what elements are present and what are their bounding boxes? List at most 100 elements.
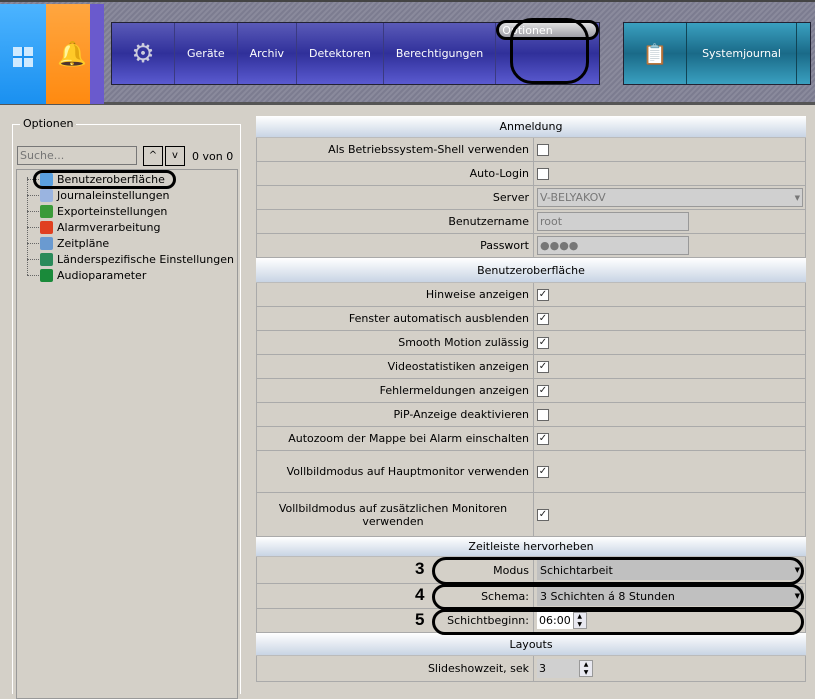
chevron-down-icon: ▼ xyxy=(794,592,800,600)
tree-item-label: Zeitpläne xyxy=(57,236,110,250)
setting-label: Smooth Motion zulässig xyxy=(257,331,534,354)
alarm-tile[interactable]: 🔔 xyxy=(46,4,90,104)
setting-label: Fehlermeldungen anzeigen xyxy=(257,379,534,402)
slideshow-label: Slideshowzeit, sek xyxy=(257,656,534,681)
search-prev-button[interactable]: ^ xyxy=(143,146,163,166)
setting-checkbox[interactable]: ✓ xyxy=(537,312,549,325)
ui-setting-row: PiP-Anzeige deaktivieren xyxy=(256,403,806,427)
tree-item-icon xyxy=(40,172,53,186)
tree-item-icon xyxy=(40,188,53,202)
windows-icon xyxy=(13,47,33,67)
ui-setting-row: Vollbildmodus auf Hauptmonitor verwenden… xyxy=(256,451,806,493)
server-label: Server xyxy=(257,186,534,209)
ui-setting-row: Smooth Motion zulässig ✓ xyxy=(256,331,806,355)
tree-item-label: Exporteinstellungen xyxy=(57,204,168,218)
options-panel-title: Optionen xyxy=(20,117,77,130)
tree-item-label: Benutzeroberfläche xyxy=(57,172,165,186)
search-input[interactable] xyxy=(17,146,137,165)
autologin-label: Auto-Login xyxy=(257,162,534,185)
tree-item-label: Alarmverarbeitung xyxy=(57,220,161,234)
server-select[interactable]: V-BELYAKOV ▼ xyxy=(537,188,803,207)
checklist-icon: 📋 xyxy=(624,23,687,84)
schema-select[interactable]: 3 Schichten á 8 Stunden ▼ xyxy=(537,586,803,606)
tree-item-icon xyxy=(40,268,53,282)
annotation-5: 5 xyxy=(415,610,425,629)
setting-label: Fenster automatisch ausblenden xyxy=(257,307,534,330)
section-anmeldung: Anmeldung xyxy=(256,116,806,138)
setting-checkbox[interactable]: ✓ xyxy=(537,465,549,478)
tree-item[interactable]: Zeitpläne xyxy=(26,235,110,251)
tree-item-icon xyxy=(40,204,53,218)
chevron-down-icon: ▼ xyxy=(794,193,800,202)
chevron-down-icon: ▼ xyxy=(794,566,800,574)
setting-label: Autozoom der Mappe bei Alarm einschalten xyxy=(257,427,534,450)
setting-label: PiP-Anzeige deaktivieren xyxy=(257,403,534,426)
search-next-button[interactable]: v xyxy=(165,146,185,166)
section-ui: Benutzeroberfläche xyxy=(256,258,806,283)
top-bar: 🔔 ⚙ Geräte Archiv Detektoren Berechtigun… xyxy=(0,0,815,105)
ui-setting-row: Fenster automatisch ausblenden ✓ xyxy=(256,307,806,331)
section-zeitleiste: Zeitleiste hervorheben xyxy=(256,537,806,557)
tree-item[interactable]: Journaleinstellungen xyxy=(26,187,170,203)
tree-item[interactable]: Audioparameter xyxy=(26,267,147,283)
setting-label: Vollbildmodus auf zusätzlichen Monitoren… xyxy=(257,493,534,536)
spin-arrows-icon[interactable]: ▲ ▼ xyxy=(579,660,593,677)
setting-label: Hinweise anzeigen xyxy=(257,283,534,306)
annotation-3: 3 xyxy=(415,559,425,578)
annotation-4: 4 xyxy=(415,585,425,604)
tree-item[interactable]: Alarmverarbeitung xyxy=(26,219,161,235)
tree-item-label: Audioparameter xyxy=(57,268,147,282)
setting-label: Videostatistiken anzeigen xyxy=(257,355,534,378)
tree-item-label: Länderspezifische Einstellungen xyxy=(57,252,234,266)
search-count: 0 von 0 xyxy=(192,150,234,163)
setting-checkbox[interactable]: ✓ xyxy=(537,384,549,397)
password-input[interactable]: ●●●● xyxy=(537,236,689,255)
ui-setting-row: Fehlermeldungen anzeigen ✓ xyxy=(256,379,806,403)
tab-archiv[interactable]: Archiv xyxy=(238,23,298,84)
setting-checkbox[interactable]: ✓ xyxy=(537,288,549,301)
setting-checkbox[interactable]: ✓ xyxy=(537,336,549,349)
modus-select[interactable]: Schichtarbeit ▼ xyxy=(537,560,803,580)
slideshow-spinner[interactable]: 3 ▲ ▼ xyxy=(537,659,593,678)
schema-label: Schema: xyxy=(257,584,534,608)
autologin-checkbox[interactable] xyxy=(537,167,549,180)
spin-arrows-icon[interactable]: ▲ ▼ xyxy=(572,612,587,629)
shell-checkbox[interactable] xyxy=(537,143,549,156)
tree-item-icon xyxy=(40,220,53,234)
tree-item[interactable]: Benutzeroberfläche xyxy=(27,171,165,187)
username-label: Benutzername xyxy=(257,210,534,233)
tab-systemjournal[interactable]: Systemjournal xyxy=(687,23,797,84)
tab-optionen[interactable]: Optionen xyxy=(496,20,599,40)
tab-detektoren[interactable]: Detektoren xyxy=(297,23,384,84)
setting-checkbox[interactable]: ✓ xyxy=(537,360,549,373)
schichtbeginn-label: Schichtbeginn: xyxy=(257,609,534,632)
tree-item[interactable]: Länderspezifische Einstellungen xyxy=(27,251,234,267)
settings-grid: Anmeldung Als Betriebssystem-Shell verwe… xyxy=(256,116,806,682)
tab-geraete[interactable]: Geräte xyxy=(175,23,238,84)
modus-label: Modus xyxy=(257,557,534,583)
gears-icon: ⚙ xyxy=(112,23,175,84)
setting-checkbox[interactable]: ✓ xyxy=(537,432,549,445)
setting-label: Vollbildmodus auf Hauptmonitor verwenden xyxy=(257,451,534,492)
ui-setting-row: Videostatistiken anzeigen ✓ xyxy=(256,355,806,379)
tree-item-label: Journaleinstellungen xyxy=(57,188,170,202)
ui-setting-row: Autozoom der Mappe bei Alarm einschalten… xyxy=(256,427,806,451)
tab-berechtigungen[interactable]: Berechtigungen xyxy=(384,23,497,84)
section-layouts: Layouts xyxy=(256,633,806,656)
windows-tile[interactable] xyxy=(0,4,46,104)
setting-checkbox[interactable] xyxy=(537,408,549,421)
tree-item-icon xyxy=(40,236,53,250)
ui-setting-row: Vollbildmodus auf zusätzlichen Monitoren… xyxy=(256,493,806,537)
journal-nav: 📋 Systemjournal xyxy=(623,22,811,85)
bell-icon: 🔔 xyxy=(57,40,87,68)
username-input[interactable]: root xyxy=(537,212,689,231)
main-nav: ⚙ Geräte Archiv Detektoren Berechtigunge… xyxy=(111,20,600,85)
password-label: Passwort xyxy=(257,234,534,257)
ui-setting-row: Hinweise anzeigen ✓ xyxy=(256,283,806,307)
schichtbeginn-spinner[interactable]: 06:00 ▲ ▼ xyxy=(537,612,587,629)
tree-item-icon xyxy=(40,252,53,266)
setting-checkbox[interactable]: ✓ xyxy=(537,508,549,521)
shell-label: Als Betriebssystem-Shell verwenden xyxy=(257,138,534,161)
tile-edge xyxy=(90,4,104,104)
tree-item[interactable]: Exporteinstellungen xyxy=(26,203,168,219)
